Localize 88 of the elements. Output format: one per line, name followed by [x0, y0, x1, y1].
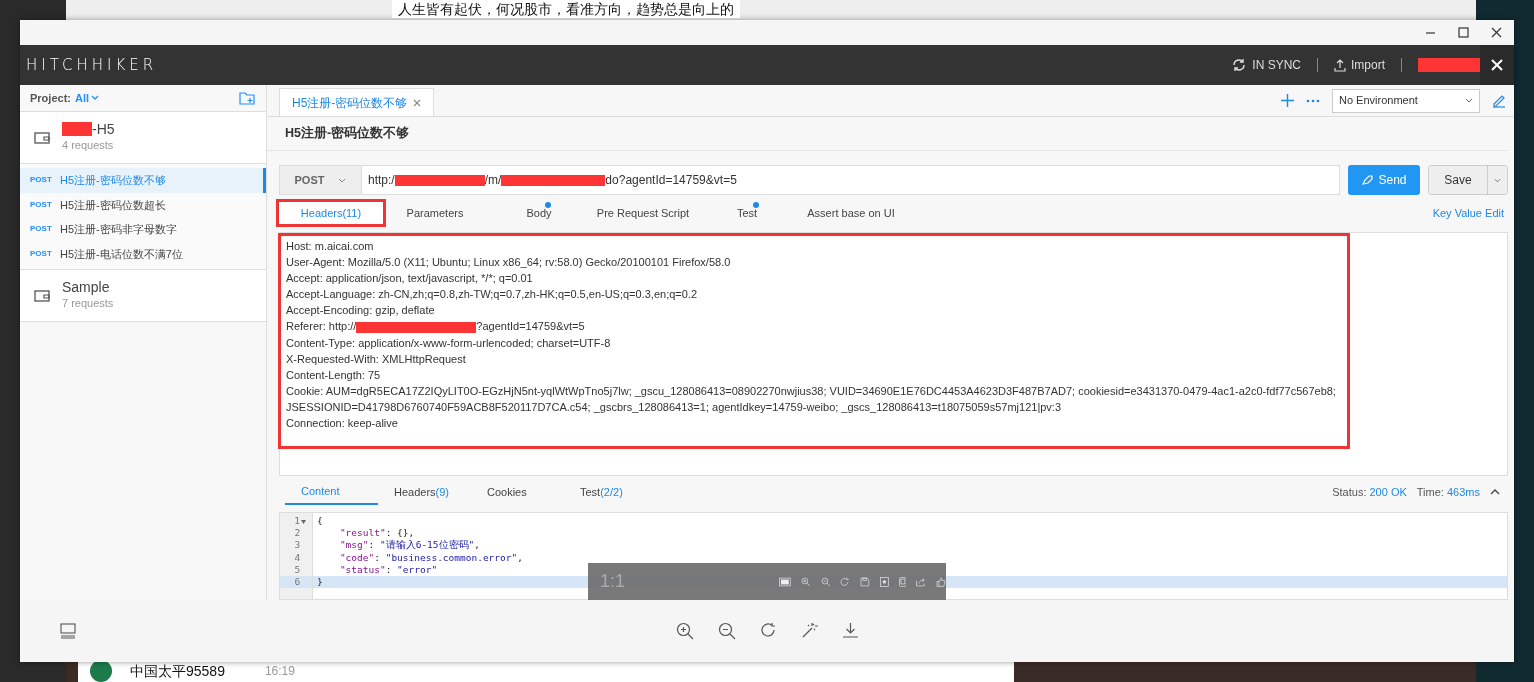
new-folder-icon[interactable]: [239, 91, 256, 105]
chat-message: 人生皆有起伏，何况股市，看准方向，趋势总是向上的: [392, 0, 740, 18]
collection-name: -H5: [92, 121, 115, 138]
chevron-down-icon: [1465, 98, 1473, 103]
environment-select[interactable]: No Environment: [1332, 88, 1480, 113]
header-text: ?agentId=14759&vt=5: [476, 320, 585, 333]
line-number: 3: [293, 539, 302, 552]
more-icon[interactable]: [1306, 98, 1320, 103]
response-tab[interactable]: Headers(9): [378, 479, 471, 505]
close-icon[interactable]: [1480, 45, 1514, 85]
sync-icon: [1231, 57, 1248, 73]
request-item[interactable]: POST H5注册-密码非字母数字: [20, 217, 266, 242]
time-text: Time: 463ms: [1416, 484, 1480, 500]
header-text: X-Requested-With: XMLHttpRequest: [286, 352, 466, 365]
request-item[interactable]: POST H5注册-电话位数不满7位: [20, 241, 266, 266]
collapse-icon[interactable]: [1490, 489, 1500, 495]
maximize-icon[interactable]: [1458, 27, 1469, 38]
request-section-tab[interactable]: Headers(11): [279, 201, 383, 225]
request-name: H5注册-电话位数不满7位: [60, 246, 183, 262]
request-count: 7 requests: [62, 296, 114, 312]
headers-editor[interactable]: [279, 232, 1508, 476]
upload-icon: [1334, 58, 1346, 72]
collection-item[interactable]: -H5 4 requests: [20, 112, 266, 164]
request-section-tab[interactable]: Body: [487, 201, 591, 225]
request-name: H5注册-密码位数超长: [60, 197, 166, 213]
header-text: User-Agent: Mozilla/5.0 (X11; Ubuntu; Linux x86_64; rv:58.0) Gecko/20100101 Firefox/58.0: [286, 256, 731, 269]
panel-icon[interactable]: [60, 623, 76, 639]
zoom-in-icon[interactable]: [676, 622, 694, 640]
caret-icon: [1494, 177, 1501, 183]
header-text: Content-Length: 75: [286, 368, 381, 381]
request-name: H5注册-密码位数不够: [60, 173, 166, 188]
contact-avatar: [90, 660, 112, 682]
method-label: POST: [30, 247, 53, 260]
folder-icon: [34, 289, 50, 302]
line-number: 1: [280, 515, 312, 528]
code-line: "code": "business.common.error",: [338, 551, 524, 564]
line-number: 2: [293, 527, 302, 540]
folder-icon: [34, 131, 50, 144]
header-text: Accept: application/json, text/javascript, */*; q=0.01: [286, 272, 533, 285]
rotate-icon[interactable]: [760, 622, 777, 639]
collection-item[interactable]: Sample 7 requests: [20, 270, 266, 322]
request-title: H5注册-密码位数不够: [267, 117, 1508, 151]
magic-wand-icon[interactable]: [801, 622, 818, 639]
collection-name: Sample: [62, 279, 110, 296]
request-section-tab[interactable]: Assert base on UI: [799, 201, 903, 225]
method-label: POST: [30, 223, 53, 236]
line-number: 6: [280, 576, 312, 589]
method-label: POST: [30, 174, 53, 187]
code-line: "result": {},: [338, 527, 416, 540]
code-line: {: [316, 515, 324, 528]
status-text: Status: 200 OK: [1332, 484, 1407, 500]
header-text: Accept-Language: zh-CN,zh;q=0.8,zh-TW;q=0.7,zh-HK;q=0.5,en-US;q=0.3,en;q=0.2: [286, 288, 698, 301]
add-icon[interactable]: [1281, 94, 1294, 107]
response-tab[interactable]: Test(2/2): [564, 479, 657, 505]
header-text: Referer: http://: [286, 320, 357, 333]
request-section-tab[interactable]: Test: [695, 201, 799, 225]
request-section-tab[interactable]: Pre Request Script: [591, 201, 695, 225]
header-text: Connection: keep-alive: [286, 417, 398, 430]
app-logo: HITCHHIKER: [26, 54, 158, 76]
header-text: Cookie: AUM=dgR5ECA17Z2IQyLIT0O-EGzHjN5nt-yqlWtWpTno5j7lw; _gscu_128086413=08902270nwjius38; VUID=34690E1E76DC4453A4623D3F487B7AD7; cookiesid=e3431370-0479-4ac1-a2c0-fdf77c567eb8;: [286, 384, 1336, 397]
line-number: 4: [293, 551, 302, 564]
zoom-out-icon[interactable]: [718, 622, 736, 640]
chevron-down-icon: [91, 95, 100, 101]
request-count: 4 requests: [62, 138, 115, 154]
sync-status[interactable]: IN SYNC: [1231, 56, 1301, 74]
request-name: H5注册-密码非字母数字: [60, 222, 177, 237]
line-number: 5: [293, 563, 302, 576]
contact-name: 中国太平95589: [130, 661, 225, 681]
request-item[interactable]: POST H5注册-密码位数超长: [20, 192, 266, 217]
fold-icon[interactable]: [301, 519, 306, 524]
header-text: Host: m.aicai.com: [286, 240, 374, 252]
import-button[interactable]: Import: [1334, 56, 1385, 74]
response-tab[interactable]: Cookies: [471, 479, 564, 505]
close-icon[interactable]: [1491, 27, 1502, 38]
message-time: 16:19: [264, 663, 295, 680]
download-icon[interactable]: [842, 622, 859, 639]
request-tab[interactable]: H5注册-密码位数不够: [279, 88, 435, 116]
response-tab[interactable]: Content: [285, 478, 378, 506]
header-text: Content-Type: application/x-www-form-urlencoded; charset=UTF-8: [286, 336, 611, 349]
header-text: JSESSIONID=D41798D6760740F59ACB8F520117D7CA.c54; _gscbrs_128086413=1; agentIdkey=14759-weibo; _gscs_128086413=t18075059s57mj121|pv:3: [286, 400, 1062, 413]
method-label: POST: [30, 198, 53, 211]
project-label: Project:: [30, 90, 71, 106]
header-text: Accept-Encoding: gzip, deflate: [286, 304, 435, 317]
code-line: "msg": "请输入6-15位密码",: [338, 539, 481, 552]
code-line: "status": "error": [338, 563, 439, 576]
key-value-edit-link[interactable]: Key Value Edit: [1432, 204, 1504, 222]
pencil-icon[interactable]: [1492, 93, 1506, 108]
request-section-tab[interactable]: Parameters: [383, 201, 487, 225]
